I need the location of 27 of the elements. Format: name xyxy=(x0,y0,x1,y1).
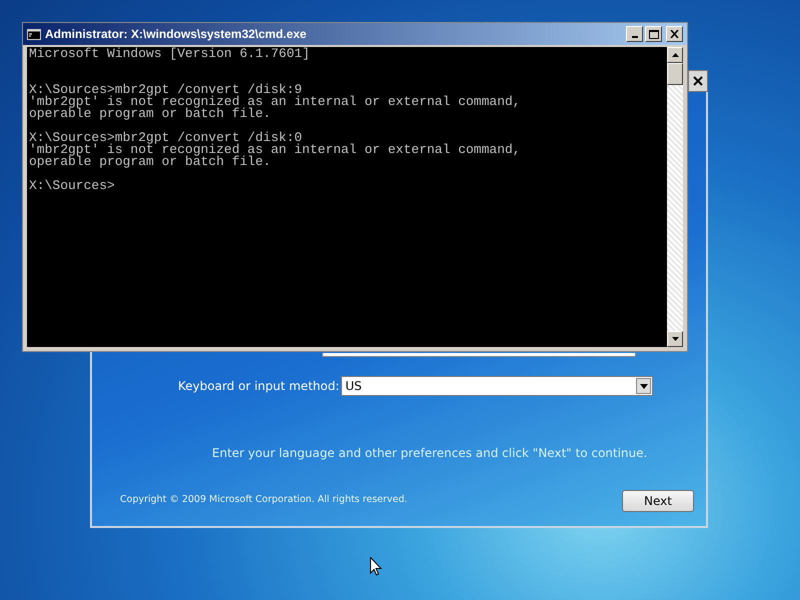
console-line: operable program or batch file. xyxy=(29,108,272,120)
copyright-text: Copyright © 2009 Microsoft Corporation. All rights reserved. xyxy=(119,494,408,505)
next-button[interactable]: Next xyxy=(622,490,694,512)
console-line: 'mbr2gpt' is not recognized as an internal or external command, xyxy=(29,96,522,108)
close-button[interactable] xyxy=(688,70,708,92)
instruction-text: Enter your language and other preferences and click "Next" to continue. xyxy=(212,446,648,460)
mouse-pointer-icon xyxy=(370,557,382,576)
scroll-thumb[interactable] xyxy=(667,63,683,85)
console-icon xyxy=(27,28,41,40)
scroll-up-icon[interactable] xyxy=(667,47,683,63)
console-line: operable program or batch file. xyxy=(29,156,272,168)
vertical-scrollbar[interactable] xyxy=(667,47,683,347)
console-line: Microsoft Windows [Version 6.1.7601] xyxy=(29,48,311,60)
console-line: X:\Sources>mbr2gpt /convert /disk:9 xyxy=(29,84,302,96)
maximize-icon xyxy=(648,30,658,38)
console-line: X:\Sources>mbr2gpt /convert /disk:0 xyxy=(29,132,302,144)
close-icon xyxy=(670,30,679,38)
scroll-down-icon[interactable] xyxy=(667,331,683,347)
minimize-button[interactable] xyxy=(626,26,643,42)
window-title: Administrator: X:\windows\system32\cmd.exe xyxy=(45,27,306,41)
dropdown-field[interactable] xyxy=(322,353,636,357)
close-icon xyxy=(692,75,704,87)
console-line: 'mbr2gpt' is not recognized as an internal or external command, xyxy=(29,144,522,156)
maximize-button[interactable] xyxy=(645,26,662,42)
keyboard-dropdown[interactable]: US xyxy=(341,376,654,396)
keyboard-label: Keyboard or input method: xyxy=(178,379,340,393)
console-line: X:\Sources> xyxy=(29,180,116,192)
